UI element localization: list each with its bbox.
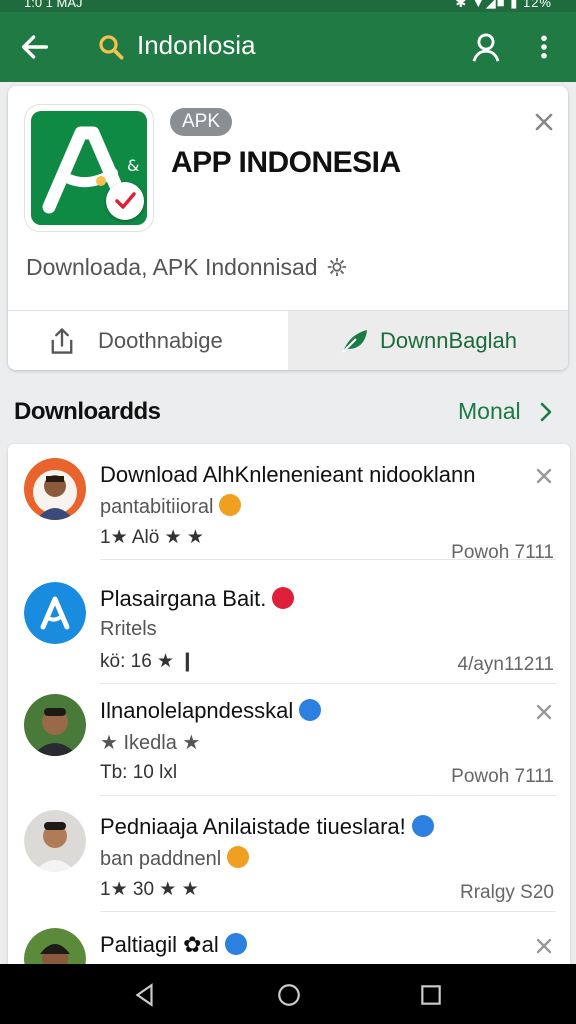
downloads-list: Download AlhKnlenenieant nidooklann pant… <box>8 444 570 964</box>
status-time: 1:0 1 MAJ <box>24 0 83 10</box>
more-options-icon[interactable] <box>530 30 558 64</box>
downloads-section-header: Downloardds Monal <box>0 380 576 440</box>
svg-text:&: & <box>127 156 139 175</box>
list-item[interactable]: Ilnanolelapndesskal ★ Ikedla ★ Tb: 10 lx… <box>8 680 570 796</box>
nav-home-icon[interactable] <box>276 982 302 1008</box>
nav-back-icon[interactable] <box>132 982 158 1008</box>
download-button-label: DownnBaglah <box>380 328 517 353</box>
item-name-text: Ilnanolelapndesskal <box>100 698 294 723</box>
divider <box>100 911 556 912</box>
close-icon[interactable] <box>532 110 556 134</box>
account-icon[interactable] <box>468 30 504 64</box>
app-bar: Indonlosia <box>0 12 576 82</box>
share-icon <box>51 328 73 354</box>
avatar <box>24 694 86 756</box>
item-rating: Tb: 10 lxl <box>100 762 178 783</box>
app-subtitle: Downloada, APK Indonnisad <box>26 254 348 281</box>
item-rating: 1★ Alö ★ ★ <box>100 527 204 548</box>
item-name-text: Plasairgana Bait. <box>100 586 267 611</box>
card-button-row: Doothnabige DownnBaglah <box>8 310 568 370</box>
section-more-link[interactable]: Monal <box>458 398 521 425</box>
item-meta: 4/ayn11211 <box>457 654 555 675</box>
status-bar: 1:0 1 MAJ ✱ ▼◢■ ▮ 12% <box>0 0 576 12</box>
item-name: Ilnanolelapndesskal <box>100 698 322 724</box>
system-nav-bar <box>0 964 576 1024</box>
download-button[interactable]: DownnBaglah <box>288 311 568 370</box>
item-name: Download AlhKnlenenieant nidooklann <box>100 462 476 487</box>
avatar <box>24 458 86 520</box>
badge-icon <box>272 587 295 609</box>
item-rating: kö: 16 ★ ❙ <box>100 651 196 672</box>
leaf-icon <box>342 330 367 353</box>
app-title: APP INDONESIA <box>171 146 401 179</box>
list-item[interactable]: Paltiagil ✿al <box>8 914 570 964</box>
status-icons: ✱ ▼◢■ ▮ 12% <box>455 0 552 10</box>
verified-icon <box>224 933 247 955</box>
app-subtitle-text: Downloada, APK Indonnisad <box>26 254 318 280</box>
search-query-text[interactable]: Indonlosia <box>137 30 256 61</box>
close-icon[interactable] <box>534 466 554 486</box>
item-subtitle: Rritels <box>100 618 157 640</box>
close-icon[interactable] <box>534 702 554 722</box>
item-subtitle: pantabitiioral <box>100 494 242 519</box>
avatar <box>24 928 86 964</box>
apk-badge: APK <box>170 108 233 136</box>
avatar <box>24 810 86 872</box>
item-name-text: Pedniaaja Anilaistade tiueslara! <box>100 814 406 839</box>
nav-recents-icon[interactable] <box>418 982 444 1008</box>
item-meta: Rralgy S20 <box>460 882 554 903</box>
verified-icon <box>411 815 434 837</box>
item-subtitle-text: ban paddnenl <box>100 848 222 870</box>
chevron-right-icon[interactable] <box>536 400 556 424</box>
badge-icon <box>227 846 250 868</box>
verified-icon <box>299 699 322 721</box>
item-name: Plasairgana Bait. <box>100 586 295 612</box>
verified-check-icon <box>106 182 144 220</box>
item-subtitle: ★ Ikedla ★ <box>100 732 201 754</box>
list-item[interactable]: Download AlhKnlenenieant nidooklann pant… <box>8 444 570 563</box>
badge-icon <box>219 494 242 516</box>
item-subtitle: ban paddnenl <box>100 846 250 871</box>
item-name: Pedniaaja Anilaistade tiueslara! <box>100 814 434 840</box>
section-title: Downloardds <box>14 398 161 425</box>
share-button-label: Doothnabige <box>98 328 223 353</box>
app-card: & APK APP INDONESIA Downloada, APK Indon… <box>8 86 568 370</box>
item-rating: 1★ 30 ★ ★ <box>100 879 199 900</box>
search-icon[interactable] <box>96 32 126 62</box>
share-button[interactable]: Doothnabige <box>8 311 288 370</box>
divider <box>100 559 556 560</box>
gear-icon <box>327 257 347 277</box>
close-icon[interactable] <box>534 936 554 956</box>
list-item[interactable]: Plasairgana Bait. Rritels kö: 16 ★ ❙ 4/a… <box>8 568 570 684</box>
item-subtitle-text: pantabitiioral <box>100 496 214 518</box>
back-arrow-icon[interactable] <box>18 30 52 64</box>
list-item[interactable]: Pedniaaja Anilaistade tiueslara! ban pad… <box>8 796 570 912</box>
item-meta: Powoh 7111 <box>451 542 554 563</box>
avatar <box>24 582 86 644</box>
item-name-text: Paltiagil ✿al <box>100 932 219 957</box>
item-meta: Powoh 7111 <box>451 766 554 787</box>
item-name: Paltiagil ✿al <box>100 932 247 958</box>
